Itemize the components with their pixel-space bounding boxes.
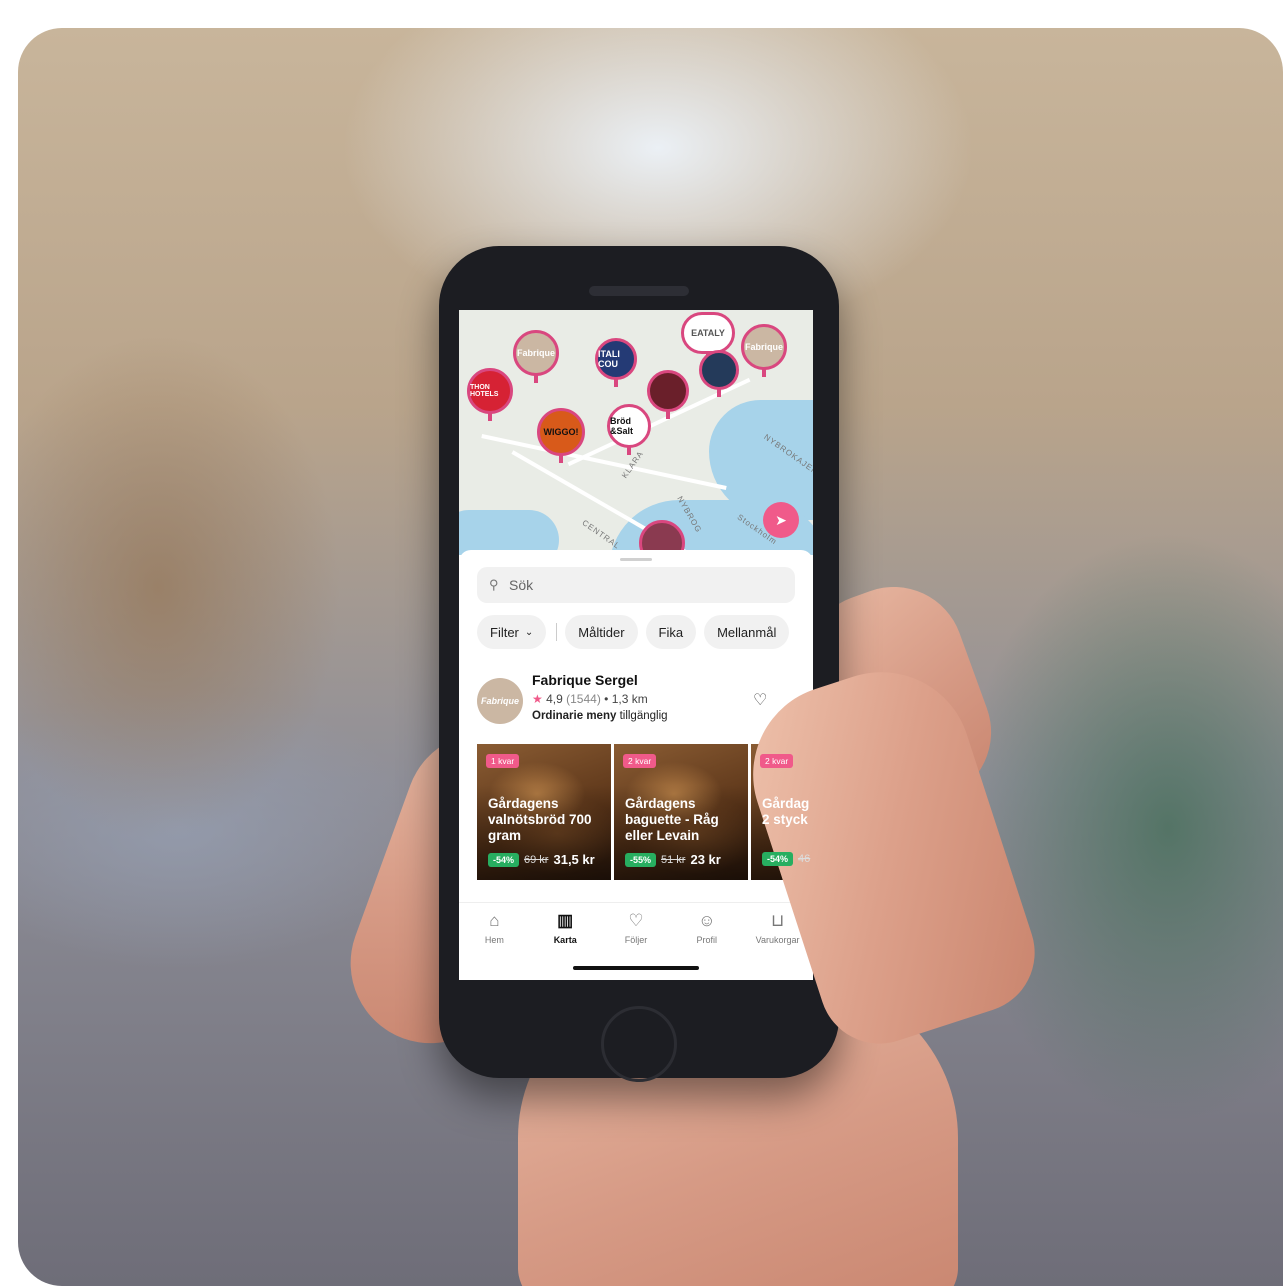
tab-foljer[interactable]: ♡ Följer [601,903,672,963]
filter-label: Filter [490,624,519,640]
discount-badge: -54% [488,852,520,867]
map-pin-label: THON HOTELS [470,384,499,398]
offer-prices: -54% 46 [762,852,813,866]
locate-me-button[interactable]: ➤ [763,502,799,538]
discount-badge: -54% [762,852,794,866]
store-name: Fabrique Sergel [532,672,638,688]
phone-home-button [601,1006,677,1082]
store-logo: Fabrique [477,678,523,724]
map-pin[interactable]: WIGGO! [537,408,585,463]
map-pin[interactable]: Fabrique [741,324,787,377]
map-pin[interactable] [647,370,689,419]
offer-title: Gårdagens baguette - Råg eller Levain [625,796,719,843]
map-pin-label: EATALY [691,328,725,338]
chip-fika[interactable]: Fika [645,615,697,649]
tab-hem[interactable]: ⌂ Hem [459,903,530,963]
offer-prices: -54% 69 kr 31,5 kr [488,852,595,867]
stock-badge: 2 kvar [760,754,794,768]
road [481,434,727,490]
tab-profil[interactable]: ☺ Profil [671,903,742,963]
chip-mellanmal[interactable]: Mellanmål [704,615,790,649]
map-pin[interactable] [699,350,739,397]
navigation-arrow-icon: ➤ [775,511,787,528]
store-menu-bold: Ordinarie meny [532,710,617,722]
tab-karta[interactable]: ▥ Karta [530,903,601,963]
old-price: 46 [798,853,811,865]
map-pin-label: WIGGO! [543,427,579,437]
store-logo-text: Fabrique [480,696,519,706]
chevron-down-icon: ⌄ [524,626,534,638]
new-price: 31,5 kr [553,852,595,867]
sheet-grabber[interactable] [620,558,652,561]
chip-maltider[interactable]: Måltider [565,615,638,649]
map-pin-label: Bröd &Salt [610,416,634,436]
search-placeholder: Sök [509,577,534,593]
stock-badge: 1 kvar [486,754,520,768]
filter-button[interactable]: Filter ⌄ [477,615,547,649]
map-pin-label: ITALI COU [598,349,620,369]
map-icon: ▥ [557,911,574,930]
search-icon: ⚲ [489,577,499,592]
tab-label: Karta [553,935,577,945]
home-indicator [573,966,699,970]
store-row[interactable]: Fabrique Fabrique Sergel ★ 4,9 (1544) • … [477,670,807,730]
map-pin[interactable]: THON HOTELS [467,368,513,421]
discount-badge: -55% [625,852,657,867]
tab-label: Hem [484,935,504,945]
stock-badge: 2 kvar [623,754,657,768]
home-icon: ⌂ [489,911,500,930]
store-meta: ★ 4,9 (1544) • 1,3 km [532,692,648,706]
offer-prices: -55% 51 kr 23 kr [625,852,721,867]
old-price: 51 kr [661,853,686,866]
map-pin-label: Fabrique [744,342,783,352]
tab-label: Profil [696,935,718,945]
user-icon: ☺ [698,911,716,930]
chip-divider [556,623,558,641]
offer-title: Gårdag blandad - 2 styck [762,796,813,827]
follow-heart-icon[interactable]: ♡ [753,690,767,710]
map-pin[interactable]: Fabrique [513,330,559,383]
star-icon: ★ [532,692,543,706]
search-input[interactable]: ⚲ Sök [477,567,795,603]
filter-chips: Filter ⌄ Måltider Fika Mellanmål [477,615,813,649]
old-price: 69 kr [524,853,549,866]
tab-label: Följer [624,935,648,945]
map-pin-label: Fabrique [516,348,555,358]
map-pin[interactable]: ITALI COU [595,338,637,387]
store-menu-status: Ordinarie meny tillgänglig [532,710,668,722]
map-pin[interactable]: Bröd &Salt [607,404,651,455]
map-view[interactable]: NYBROKAJEN NYBROG Stockholm CENTRAL KLAR… [459,310,813,555]
offer-card[interactable]: 1 kvar Gårdagens valnötsbröd 700 gram -5… [477,744,611,880]
water [459,510,559,555]
app-screen: NYBROKAJEN NYBROG Stockholm CENTRAL KLAR… [459,310,813,980]
store-review-count: (1544) [566,692,601,706]
bottom-sheet: ⚲ Sök Filter ⌄ Måltider Fika Mellanmål F… [459,550,813,980]
tab-bar: ⌂ Hem ▥ Karta ♡ Följer ☺ Profil ⊔ Varuko… [459,902,813,963]
offer-carousel[interactable]: 1 kvar Gårdagens valnötsbröd 700 gram -5… [477,744,813,880]
offer-title: Gårdagens valnötsbröd 700 gram [488,796,592,843]
offer-card[interactable]: 2 kvar Gårdagens baguette - Råg eller Le… [614,744,748,880]
tab-label: Varukorgar [755,935,800,945]
store-rating: 4,9 [546,692,563,706]
new-price: 23 kr [690,852,721,867]
cart-icon: ⊔ [770,911,785,930]
heart-icon: ♡ [628,911,644,930]
map-pin[interactable]: EATALY [681,312,735,361]
phone-speaker [589,286,689,296]
store-menu-rest: tillgänglig [616,710,668,722]
store-distance: • 1,3 km [604,692,648,706]
street-label: CENTRAL [580,518,622,551]
